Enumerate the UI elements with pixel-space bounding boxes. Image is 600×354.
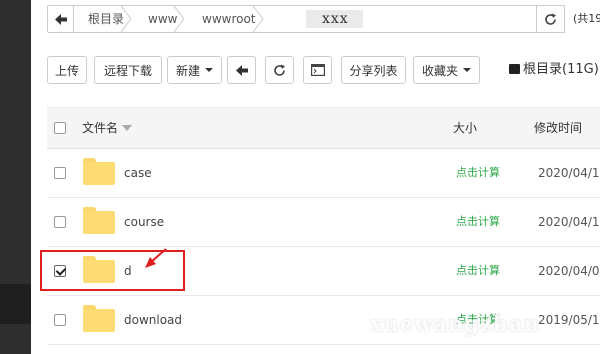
path-back-button[interactable] (47, 5, 74, 33)
breadcrumb-label: wwwroot (202, 12, 256, 26)
modified-time: 2020/04/12 (538, 215, 600, 229)
row-checkbox[interactable] (54, 314, 66, 326)
file-name[interactable]: case (124, 149, 152, 198)
new-dropdown-button[interactable]: 新建 (167, 56, 222, 84)
size-calc-link[interactable]: 点击计算 (456, 149, 500, 198)
back-button[interactable] (227, 56, 256, 84)
breadcrumb-item-www[interactable]: www (134, 6, 186, 32)
caret-down-icon (463, 68, 471, 72)
share-list-button[interactable]: 分享列表 (341, 56, 406, 84)
breadcrumb-label: www (148, 12, 178, 26)
new-label: 新建 (175, 63, 200, 78)
table-row[interactable]: case 点击计算 2020/04/11 (47, 149, 600, 198)
path-refresh-button[interactable] (536, 5, 565, 33)
file-name[interactable]: course (124, 198, 164, 247)
favorites-dropdown-button[interactable]: 收藏夹 (413, 56, 480, 84)
root-disk-label: 根目录(11G) (523, 62, 599, 77)
size-calc-link[interactable]: 点击计算 (456, 198, 500, 247)
remote-download-button[interactable]: 远程下载 (94, 56, 162, 84)
mtime-column-header: 修改时间 (534, 121, 583, 135)
file-name[interactable]: download (124, 296, 182, 345)
upload-button[interactable]: 上传 (47, 56, 87, 84)
file-manager: 根目录 www wwwroot xxx (共19个 上传 远程下载 新建 (31, 0, 600, 354)
sidebar (0, 0, 31, 354)
root-disk-info[interactable]: 根目录(11G) (509, 56, 599, 84)
terminal-button[interactable] (303, 56, 332, 84)
path-bar: 根目录 www wwwroot xxx (共19个 (47, 5, 600, 33)
file-count: (共19个 (573, 12, 600, 25)
breadcrumb-label: 根目录 (88, 12, 125, 26)
table-row[interactable]: course 点击计算 2020/04/12 (47, 198, 600, 247)
terminal-icon (310, 64, 325, 76)
favorites-label: 收藏夹 (421, 63, 458, 78)
modified-time: 2020/04/11 (538, 166, 600, 180)
arrow-left-icon (235, 64, 248, 76)
annotation-arrow-icon (145, 248, 167, 268)
arrow-left-icon (54, 13, 67, 25)
modified-time: 2020/04/09 (538, 264, 600, 278)
row-checkbox[interactable] (54, 167, 66, 179)
select-all-checkbox[interactable] (54, 122, 66, 134)
breadcrumb-item-wwwroot[interactable]: wwwroot (188, 6, 264, 32)
caret-down-icon (205, 68, 213, 72)
name-column-header[interactable]: 文件名 (82, 108, 133, 149)
refresh-icon (274, 64, 285, 76)
toolbar: 上传 远程下载 新建 分享列表 收藏夹 根目录(11G) (47, 56, 600, 84)
sort-desc-icon (122, 125, 133, 131)
folder-icon (83, 207, 115, 234)
folder-icon (83, 158, 115, 185)
row-checkbox[interactable] (54, 216, 66, 228)
folder-icon (83, 305, 115, 332)
breadcrumb-current[interactable]: xxx (306, 10, 363, 28)
breadcrumb-separator (252, 6, 264, 32)
size-calc-link[interactable]: 点击计算 (456, 247, 500, 296)
size-column-header: 大小 (453, 121, 478, 135)
breadcrumb: 根目录 www wwwroot xxx (73, 5, 537, 33)
table-header: 文件名 大小 修改时间 (47, 107, 600, 149)
breadcrumb-item-root[interactable]: 根目录 (74, 6, 132, 32)
watermark: xuewangzhan (370, 311, 540, 336)
sidebar-active-band (0, 284, 31, 324)
name-header-label: 文件名 (82, 121, 119, 135)
hard-drive-icon (509, 64, 520, 74)
refresh-button[interactable] (265, 56, 294, 84)
modified-time: 2019/05/17 (538, 313, 600, 327)
refresh-icon (545, 13, 556, 25)
